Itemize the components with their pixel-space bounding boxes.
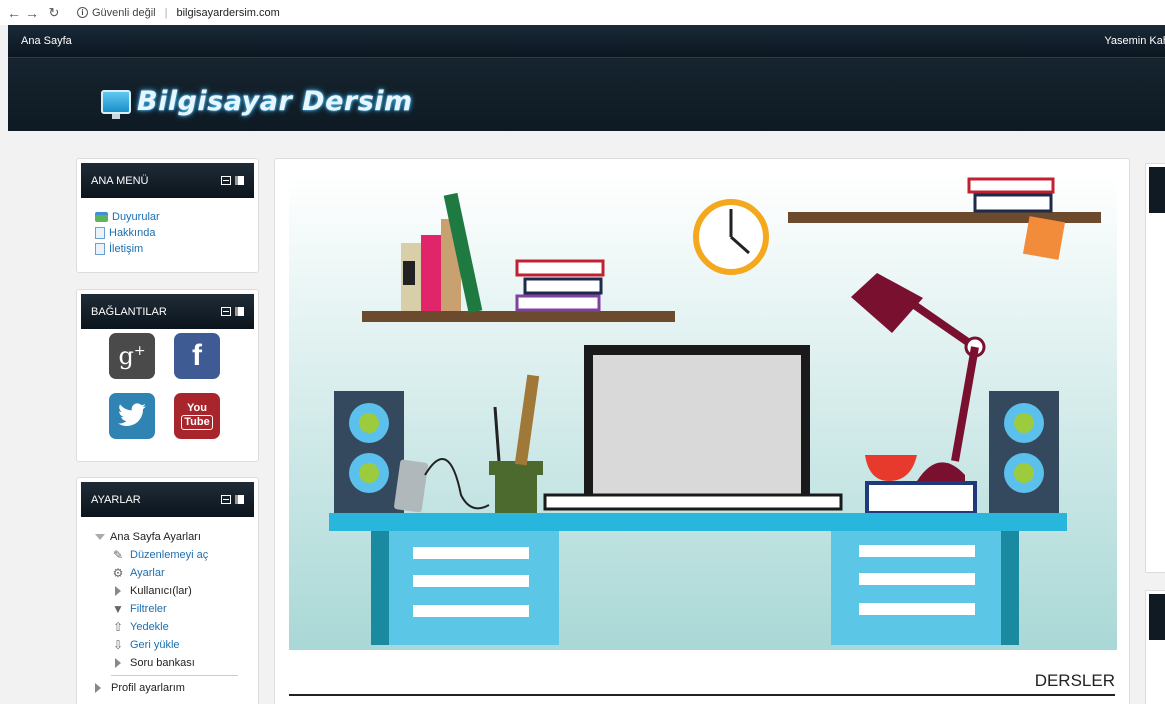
chevron-down-icon: [95, 534, 105, 540]
settings-tree: Ana Sayfa Ayarları ✎ Düzenlemeyi aç ⚙ Ayar…: [95, 528, 255, 697]
hero-illustration: [289, 175, 1117, 650]
minimize-icon[interactable]: [221, 495, 231, 504]
site-logo[interactable]: Bilgisayar Dersim: [101, 86, 413, 119]
settings-item-label: Geri yükle: [130, 639, 180, 651]
settings-block: AYARLAR Ana Sayfa Ayarları ✎ Düzenlemeyi …: [76, 477, 259, 704]
user-menu[interactable]: Yasemin Kah: [1104, 35, 1165, 47]
menu-item-announcements[interactable]: Duyurular: [95, 209, 160, 225]
block-title: AYARLAR: [91, 493, 141, 506]
youtube-icon[interactable]: You Tube: [174, 393, 220, 439]
chevron-right-icon: [95, 683, 101, 693]
settings-item-backup[interactable]: ⇧ Yedekle: [95, 618, 255, 636]
settings-item-users[interactable]: Kullanıcı(lar): [95, 582, 255, 600]
main-menu-block: ANA MENÜ Duyurular Hakkında İletişim: [76, 158, 259, 273]
tree-node-profile-settings[interactable]: Profil ayarlarım: [95, 679, 255, 697]
tree-node-label: Profil ayarlarım: [111, 682, 185, 694]
section-divider: [289, 694, 1115, 696]
settings-item-label: Soru bankası: [130, 657, 195, 669]
youtube-glyph-bottom: Tube: [181, 414, 213, 430]
twitter-icon[interactable]: [109, 393, 155, 439]
settings-item-label: Kullanıcı(lar): [130, 585, 192, 597]
settings-item-label: Filtreler: [130, 603, 167, 615]
url-separator: |: [164, 6, 168, 19]
reload-icon[interactable]: ↻: [45, 5, 63, 21]
block-header: [1149, 167, 1165, 213]
home-link[interactable]: Ana Sayfa: [21, 35, 72, 47]
links-block: BAĞLANTILAR g+ f You Tube: [76, 289, 259, 462]
right-block: [1145, 590, 1165, 704]
dock-icon[interactable]: [235, 495, 244, 504]
settings-item-restore[interactable]: ⇩ Geri yükle: [95, 636, 255, 654]
browser-toolbar: ← → ↻ i Güvenli değil | bilgisayardersim…: [0, 0, 1165, 25]
dock-icon[interactable]: [235, 176, 244, 185]
info-icon[interactable]: i: [77, 7, 88, 18]
speech-bubble-icon: [95, 212, 108, 222]
section-title: DERSLER: [1034, 671, 1115, 690]
block-header: [1149, 594, 1165, 640]
menu-item-label: Hakkında: [109, 227, 156, 239]
facebook-icon[interactable]: f: [174, 333, 220, 379]
settings-item-question-bank[interactable]: Soru bankası: [95, 654, 255, 672]
social-links: g+ f You Tube: [109, 333, 220, 439]
block-title: BAĞLANTILAR: [91, 305, 167, 318]
minimize-icon[interactable]: [221, 307, 231, 316]
settings-item-settings[interactable]: ⚙ Ayarlar: [95, 564, 255, 582]
monitor-icon: [101, 89, 131, 119]
download-icon: ⇩: [112, 638, 124, 652]
forward-arrow-icon[interactable]: →: [23, 5, 41, 21]
back-arrow-icon[interactable]: ←: [5, 5, 23, 21]
tree-node-home-settings[interactable]: Ana Sayfa Ayarları: [95, 528, 255, 546]
top-navbar: Ana Sayfa Yasemin Kah: [8, 25, 1165, 57]
block-header: BAĞLANTILAR: [81, 294, 254, 329]
main-content: DERSLER: [274, 158, 1130, 704]
menu-item-label: İletişim: [109, 243, 144, 255]
settings-item-filters[interactable]: ▼ Filtreler: [95, 600, 255, 618]
url-text[interactable]: bilgisayardersim.com: [176, 7, 279, 19]
header-banner: Bilgisayar Dersim: [8, 57, 1165, 131]
settings-item-edit[interactable]: ✎ Düzenlemeyi aç: [95, 546, 255, 564]
settings-item-label: Ayarlar: [130, 567, 165, 579]
google-plus-icon[interactable]: g+: [109, 333, 155, 379]
site-title: Bilgisayar Dersim: [137, 86, 413, 117]
menu-item-contact[interactable]: İletişim: [95, 241, 160, 257]
page-icon: [95, 243, 105, 255]
chevron-right-icon: [115, 658, 121, 668]
divider: [111, 675, 238, 676]
upload-icon: ⇧: [112, 620, 124, 634]
address-bar[interactable]: i Güvenli değil | bilgisayardersim.com: [77, 7, 280, 19]
gear-icon: ⚙: [112, 566, 124, 580]
main-menu-list: Duyurular Hakkında İletişim: [95, 209, 160, 257]
pencil-icon: ✎: [112, 548, 124, 562]
security-label: Güvenli değil: [92, 6, 156, 19]
filter-icon: ▼: [112, 602, 124, 616]
menu-item-label: Duyurular: [112, 211, 160, 223]
page-icon: [95, 227, 105, 239]
block-header: ANA MENÜ: [81, 163, 254, 198]
tree-node-label: Ana Sayfa Ayarları: [110, 531, 201, 543]
settings-item-label: Düzenlemeyi aç: [130, 549, 209, 561]
dock-icon[interactable]: [235, 307, 244, 316]
settings-item-label: Yedekle: [130, 621, 169, 633]
minimize-icon[interactable]: [221, 176, 231, 185]
youtube-glyph-top: You: [187, 401, 207, 414]
block-title: ANA MENÜ: [91, 174, 149, 187]
chevron-right-icon: [115, 586, 121, 596]
menu-item-about[interactable]: Hakkında: [95, 225, 160, 241]
block-header: AYARLAR: [81, 482, 254, 517]
right-block: [1145, 163, 1165, 573]
